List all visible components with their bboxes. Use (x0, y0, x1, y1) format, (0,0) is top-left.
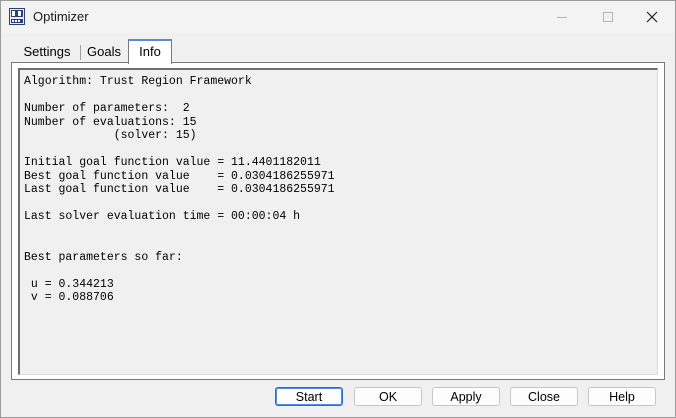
ok-button[interactable]: OK (354, 387, 422, 406)
app-icon (9, 8, 25, 25)
apply-button[interactable]: Apply (432, 387, 500, 406)
title-bar[interactable]: Optimizer (1, 1, 675, 33)
minimize-button[interactable] (539, 1, 585, 33)
help-button[interactable]: Help (588, 387, 656, 406)
close-window-button[interactable] (629, 1, 675, 33)
maximize-button[interactable] (585, 1, 631, 33)
info-tab-panel: Algorithm: Trust Region Framework Number… (11, 62, 665, 380)
optimizer-window: Optimizer Settings Goals Info Algorithm:… (0, 0, 676, 418)
close-button[interactable]: Close (510, 387, 578, 406)
close-icon (646, 11, 658, 23)
info-text: Algorithm: Trust Region Framework Number… (24, 75, 335, 304)
info-text-area[interactable]: Algorithm: Trust Region Framework Number… (18, 68, 658, 375)
tab-info[interactable]: Info (128, 39, 172, 64)
tab-goals[interactable]: Goals (81, 42, 127, 62)
minimize-icon (557, 17, 567, 18)
tab-settings[interactable]: Settings (15, 42, 79, 62)
maximize-icon (603, 12, 613, 22)
start-button[interactable]: Start (275, 387, 343, 406)
window-title: Optimizer (33, 9, 89, 24)
